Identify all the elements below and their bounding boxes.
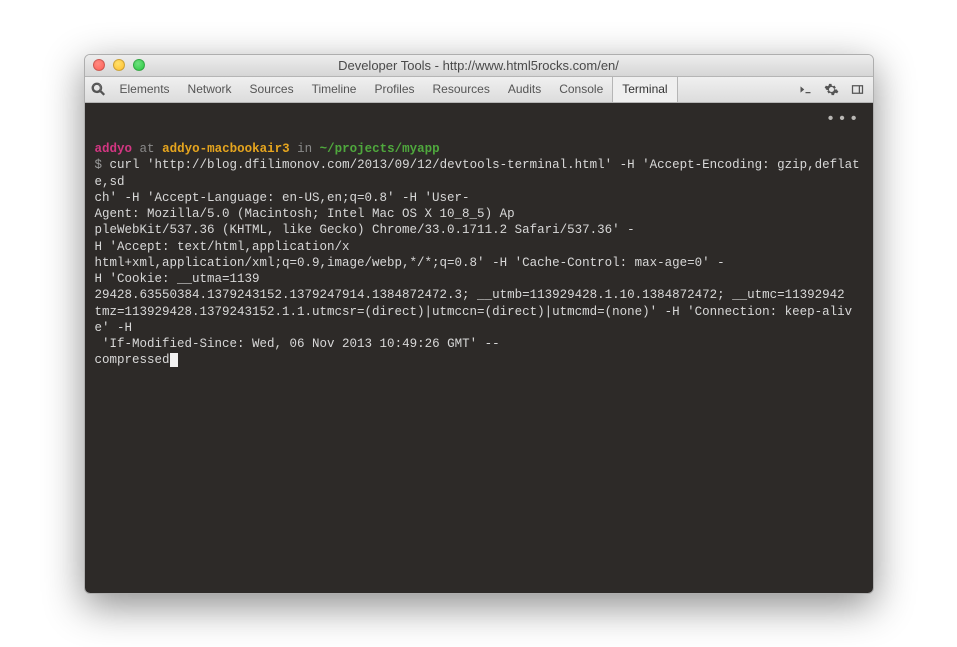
gear-icon[interactable]	[821, 78, 843, 100]
tab-label: Network	[188, 82, 232, 96]
command-text: curl 'http://blog.dfilimonov.com/2013/09…	[95, 158, 860, 367]
prompt-at: at	[140, 142, 155, 156]
tab-audits[interactable]: Audits	[499, 76, 550, 102]
tab-label: Terminal	[622, 82, 667, 96]
titlebar: Developer Tools - http://www.html5rocks.…	[85, 55, 873, 77]
tab-network[interactable]: Network	[179, 76, 241, 102]
tab-timeline[interactable]: Timeline	[303, 76, 366, 102]
tabs: Elements Network Sources Timeline Profil…	[111, 76, 795, 102]
devtools-window: Developer Tools - http://www.html5rocks.…	[84, 54, 874, 594]
tab-terminal[interactable]: Terminal	[612, 76, 677, 102]
devtools-tabbar: Elements Network Sources Timeline Profil…	[85, 77, 873, 103]
close-button[interactable]	[93, 59, 105, 71]
prompt-user: addyo	[95, 142, 133, 156]
prompt-in: in	[297, 142, 312, 156]
dock-icon[interactable]	[847, 78, 869, 100]
tab-label: Console	[559, 82, 603, 96]
traffic-lights	[85, 59, 145, 71]
prompt-symbol: $	[95, 158, 103, 172]
prompt-host: addyo-macbookair3	[162, 142, 290, 156]
cursor	[170, 353, 178, 367]
tab-resources[interactable]: Resources	[424, 76, 499, 102]
tab-label: Audits	[508, 82, 541, 96]
toggle-drawer-icon[interactable]	[795, 78, 817, 100]
tab-profiles[interactable]: Profiles	[365, 76, 423, 102]
terminal-pane[interactable]: ••• addyo at addyo-macbookair3 in ~/proj…	[85, 103, 873, 593]
tab-label: Sources	[250, 82, 294, 96]
tab-elements[interactable]: Elements	[111, 76, 179, 102]
tab-label: Timeline	[312, 82, 357, 96]
tab-console[interactable]: Console	[550, 76, 612, 102]
tab-label: Elements	[120, 82, 170, 96]
tab-sources[interactable]: Sources	[241, 76, 303, 102]
search-icon[interactable]	[85, 82, 111, 96]
toolbar-right	[795, 78, 873, 100]
zoom-button[interactable]	[133, 59, 145, 71]
prompt-path: ~/projects/myapp	[320, 142, 440, 156]
more-icon[interactable]: •••	[826, 109, 861, 130]
window-title: Developer Tools - http://www.html5rocks.…	[85, 58, 873, 73]
tab-label: Resources	[433, 82, 490, 96]
minimize-button[interactable]	[113, 59, 125, 71]
tab-label: Profiles	[374, 82, 414, 96]
